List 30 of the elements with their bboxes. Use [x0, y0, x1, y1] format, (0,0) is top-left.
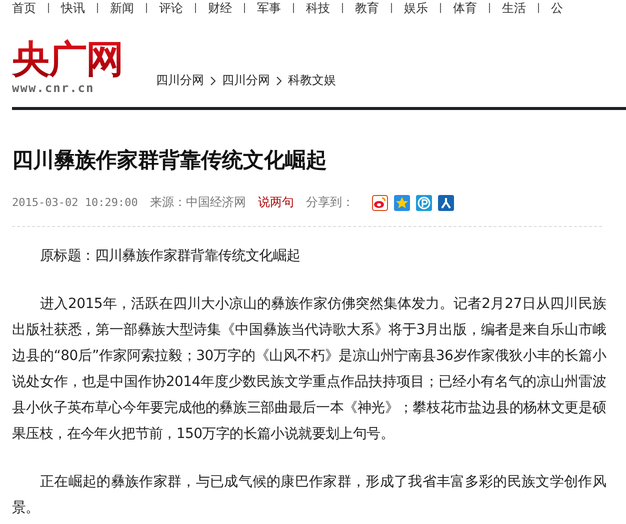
letter-p-icon[interactable] [416, 194, 432, 210]
chevron-icon [276, 76, 282, 86]
nav-link[interactable]: 体育 [453, 0, 477, 14]
nav-link[interactable]: 娱乐 [404, 0, 428, 14]
paragraph: 原标题：四川彝族作家群背靠传统文化崛起 [39, 247, 302, 266]
chevron-icon [210, 76, 216, 86]
nav-link[interactable]: 新闻 [110, 0, 134, 14]
nav-link[interactable]: 财经 [208, 0, 232, 14]
breadcrumb-link[interactable]: 四川分网 [156, 72, 204, 89]
paragraph: 正在崛起的彝族作家群，与已成气候的康巴作家群，形成了我省丰富多彩的民族文学创作风景。 [12, 473, 606, 518]
nav-link[interactable]: 科技 [306, 0, 330, 14]
nav-link[interactable]: 军事 [257, 0, 281, 14]
person-icon[interactable] [438, 194, 454, 210]
comment-link[interactable]: 说两句 [258, 194, 294, 211]
nav-link[interactable]: 公 [551, 0, 563, 14]
nav-link[interactable]: 评论 [159, 0, 183, 14]
share-label: 分享到： [306, 194, 354, 211]
breadcrumb-link[interactable]: 科教文娱 [288, 72, 336, 89]
nav-link[interactable]: 教育 [355, 0, 379, 14]
nav-link[interactable]: 生活 [502, 0, 526, 14]
article-title: 四川彝族作家群背靠传统文化崛起 [12, 147, 328, 174]
source-text: 来源：中国经济网 [150, 194, 246, 211]
weibo-icon[interactable] [372, 194, 388, 210]
nav-link[interactable]: 首页 [12, 0, 36, 14]
star-icon[interactable] [394, 194, 410, 210]
logo-url: www.cnr.cn [12, 81, 94, 95]
publish-date: 2015-03-02 10:29:00 [12, 196, 138, 209]
breadcrumb-link[interactable]: 四川分网 [222, 72, 270, 89]
paragraph: 进入2015年，活跃在四川大小凉山的彝族作家仿佛突然集体发力。记者2月27日从四川民族出版社获悉，第一部彝族大型诗集《中国彝族当代诗歌大系》将于3月出版，编者是来自乐山市峨边县的“80后”作家阿索拉毅；30万字的《山风不朽》是凉山州宁南县36岁作家俄狄小丰的长篇小说处女作，也是中国作协2014年度少数民族文学重点作品扶持项目；已经小有名气的凉山州雷波县小伙子英布草心今年要完成他的彝族三部曲最后一本《神光》；攀枝花市盐边县的杨林文更是硕果压枝，在今年火把节前，150万字的长篇小说就要划上句号。 [12, 295, 606, 444]
nav-link[interactable]: 快讯 [61, 0, 85, 14]
